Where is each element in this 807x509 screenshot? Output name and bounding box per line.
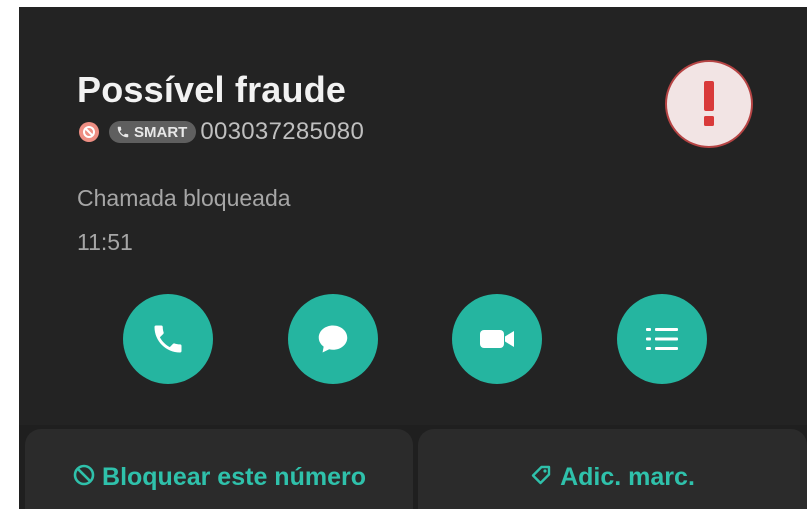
call-time: 11:51 (77, 229, 133, 255)
video-icon (480, 330, 514, 348)
call-detail-card: Possível fraude SMART 003037285080 Chama… (19, 7, 807, 509)
message-icon (318, 325, 348, 353)
number-row: SMART 003037285080 (79, 118, 365, 145)
call-info-panel: Possível fraude SMART 003037285080 Chama… (19, 7, 807, 425)
action-bar (19, 294, 807, 384)
video-call-button[interactable] (452, 294, 542, 384)
phone-number: 003037285080 (200, 118, 365, 145)
add-tag-label: Adic. marc. (560, 462, 695, 491)
list-icon (646, 328, 678, 350)
phone-icon (154, 325, 182, 353)
block-number-label: Bloquear este número (102, 462, 366, 491)
fraud-alert-icon (665, 60, 753, 148)
smart-label: SMART (134, 123, 188, 141)
call-button[interactable] (123, 294, 213, 384)
block-icon (73, 464, 95, 486)
call-status: Chamada bloqueada (77, 185, 291, 211)
block-number-button[interactable]: Bloquear este número (25, 429, 413, 509)
add-tag-button[interactable]: Adic. marc. (418, 429, 807, 509)
tag-icon (531, 465, 551, 485)
call-details-button[interactable] (617, 294, 707, 384)
phone-icon (117, 126, 129, 138)
message-button[interactable] (288, 294, 378, 384)
smart-call-badge: SMART (109, 121, 197, 143)
page-title: Possível fraude (77, 69, 347, 110)
blocked-icon (79, 122, 99, 142)
